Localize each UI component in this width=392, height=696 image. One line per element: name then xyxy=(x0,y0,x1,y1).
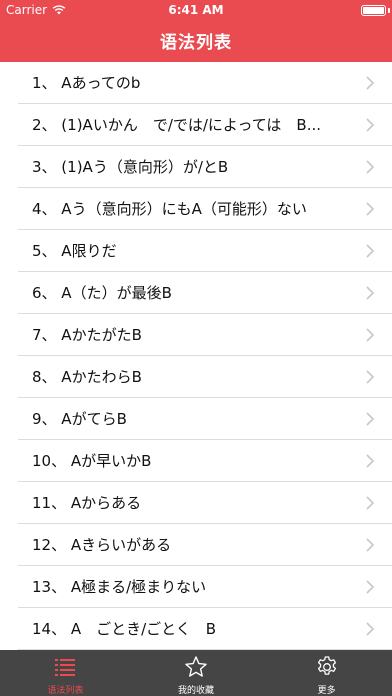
chevron-right-icon xyxy=(366,370,374,384)
list-item-label: 12、 Aきらいがある xyxy=(32,536,172,554)
chevron-right-icon xyxy=(366,580,374,594)
gear-icon xyxy=(317,656,336,675)
list-item[interactable]: 4、 Aう（意向形）にもA（可能形）ない xyxy=(0,188,392,230)
list-item[interactable]: 5、 A限りだ xyxy=(0,230,392,272)
chevron-right-icon xyxy=(366,454,374,468)
list-item[interactable]: 10、 Aが早いかB xyxy=(0,440,392,482)
list-item-label: 3、 (1)Aう（意向形）が/とB xyxy=(32,158,229,176)
tab-label: 我的收藏 xyxy=(178,686,215,696)
chevron-right-icon xyxy=(366,76,374,90)
chevron-right-icon xyxy=(366,622,374,636)
chevron-right-icon xyxy=(366,118,374,132)
list-item-label: 4、 Aう（意向形）にもA（可能形）ない xyxy=(32,200,307,218)
list-item-label: 6、 A（た）が最後B xyxy=(32,284,172,302)
list-item[interactable]: 14、 A ごとき/ごとく B xyxy=(0,608,392,650)
list-item-label: 1、 Aあってのb xyxy=(32,74,141,92)
chevron-right-icon xyxy=(366,328,374,342)
list-item-label: 9、 AがてらB xyxy=(32,410,127,428)
list-item-label: 11、 Aからある xyxy=(32,494,142,512)
list-item[interactable]: 12、 Aきらいがある xyxy=(0,524,392,566)
list-item[interactable]: 6、 A（た）が最後B xyxy=(0,272,392,314)
list-item-label: 13、 A極まる/極まりない xyxy=(32,578,207,596)
tab-favorites[interactable]: 我的收藏 xyxy=(131,650,262,696)
list-item-label: 7、 AかたがたB xyxy=(32,326,142,344)
tab-label: 更多 xyxy=(317,686,336,696)
chevron-right-icon xyxy=(366,496,374,510)
chevron-right-icon xyxy=(366,202,374,216)
tab-grammar-list[interactable]: 语法列表 xyxy=(0,650,131,696)
header: Carrier 6:41 AM 语法列表 xyxy=(0,0,392,62)
chevron-right-icon xyxy=(366,412,374,426)
list-item[interactable]: 3、 (1)Aう（意向形）が/とB xyxy=(0,146,392,188)
tab-label: 语法列表 xyxy=(47,686,84,696)
chevron-right-icon xyxy=(366,286,374,300)
list-item[interactable]: 7、 AかたがたB xyxy=(0,314,392,356)
page-title: 语法列表 xyxy=(160,33,232,53)
status-time: 6:41 AM xyxy=(168,3,224,17)
list-item[interactable]: 11、 Aからある xyxy=(0,482,392,524)
star-icon xyxy=(185,656,207,677)
list-item[interactable]: 8、 AかたわらB xyxy=(0,356,392,398)
list-item-label: 8、 AかたわらB xyxy=(32,368,142,386)
list-item-label: 2、 (1)Aいかん で/では/によっては B... xyxy=(32,116,322,134)
tab-more[interactable]: 更多 xyxy=(261,650,392,696)
list-item-label: 10、 Aが早いかB xyxy=(32,452,152,470)
list-item[interactable]: 13、 A極まる/極まりない xyxy=(0,566,392,608)
battery-icon xyxy=(361,5,386,16)
chevron-right-icon xyxy=(366,160,374,174)
list-item[interactable]: 1、 Aあってのb xyxy=(0,62,392,104)
grammar-list: 1、 Aあってのb 2、 (1)Aいかん で/では/によっては B... 3、 … xyxy=(0,62,392,650)
list-item[interactable]: 2、 (1)Aいかん で/では/によっては B... xyxy=(0,104,392,146)
battery-cap xyxy=(388,8,390,13)
tab-bar: 语法列表 我的收藏 更多 xyxy=(0,650,392,696)
list-item[interactable]: 9、 AがてらB xyxy=(0,398,392,440)
list-item-label: 5、 A限りだ xyxy=(32,242,117,260)
chevron-right-icon xyxy=(366,244,374,258)
list-icon xyxy=(55,659,76,676)
status-bar: Carrier 6:41 AM xyxy=(0,0,392,20)
battery-fill xyxy=(363,7,384,14)
chevron-right-icon xyxy=(366,538,374,552)
list-item-label: 14、 A ごとき/ごとく B xyxy=(32,620,217,638)
